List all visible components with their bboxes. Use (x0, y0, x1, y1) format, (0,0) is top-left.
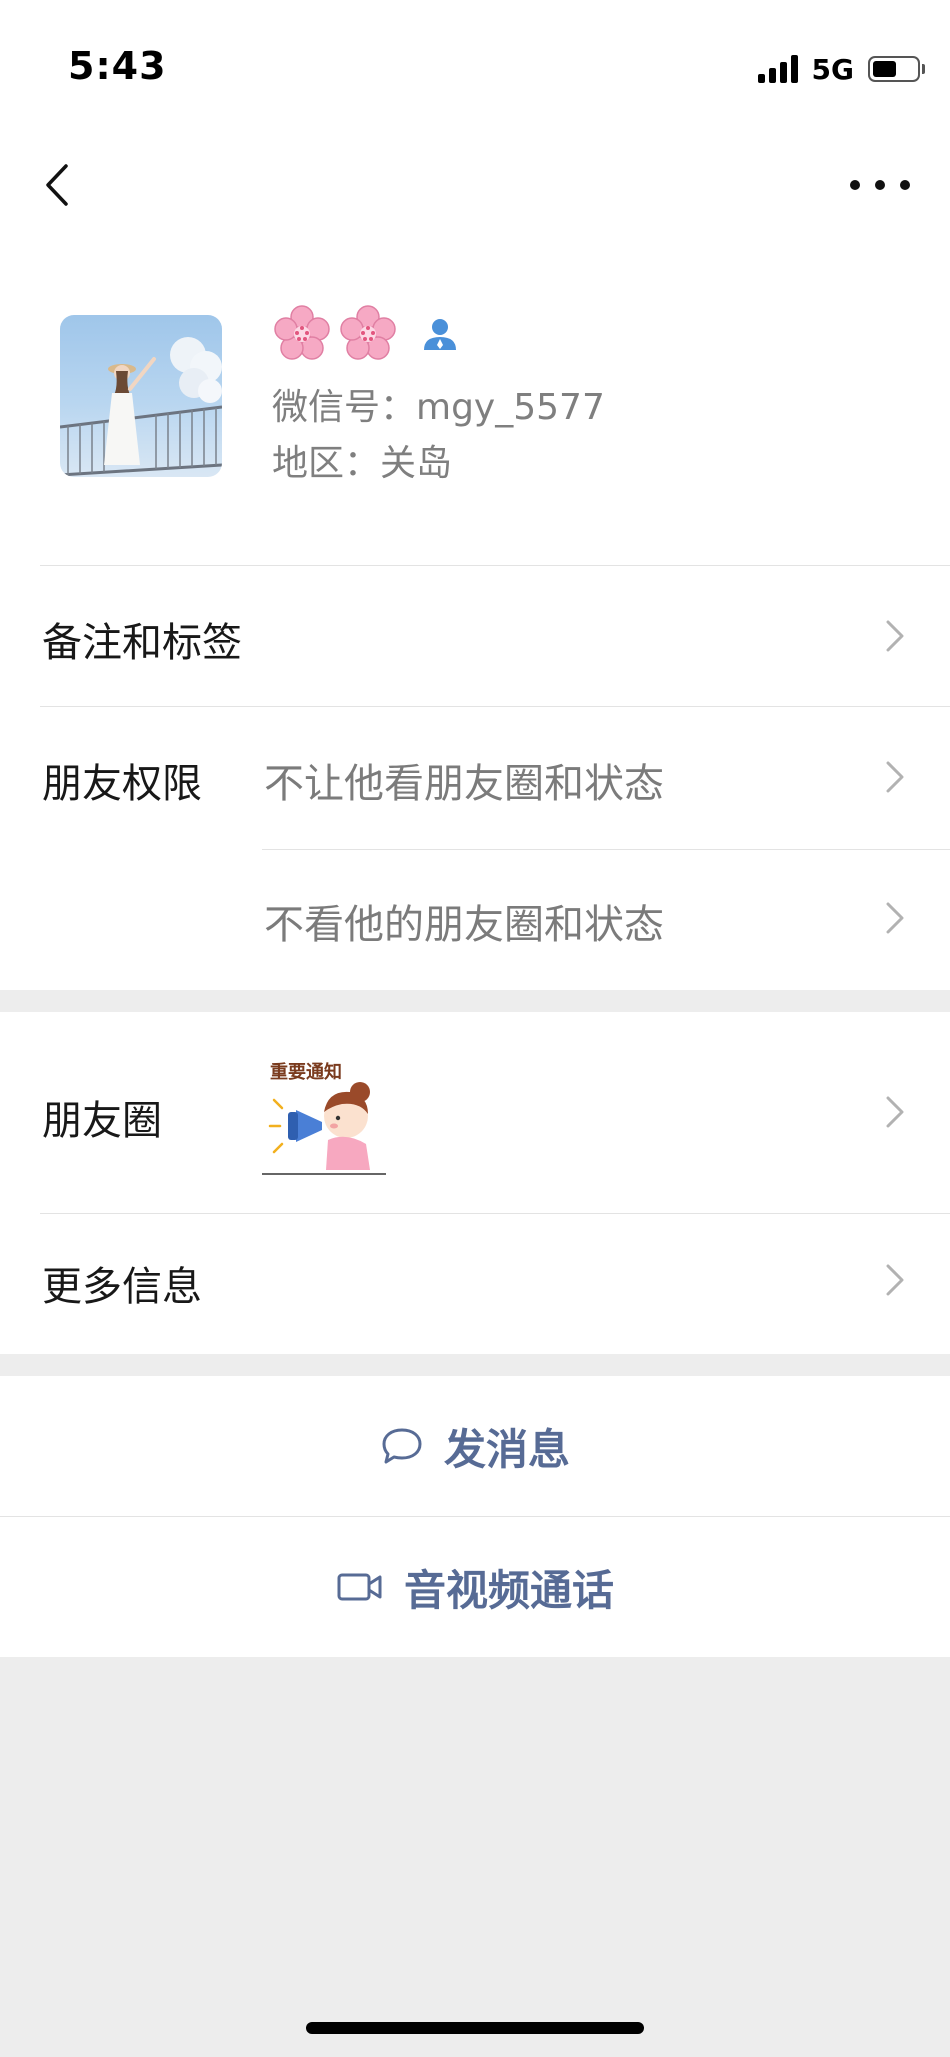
row-more-info[interactable]: 更多信息 (0, 1214, 950, 1354)
row-value: 不让他看朋友圈和状态 (264, 761, 664, 807)
moments-block: 朋友圈 重要通知 更多信息 (0, 1012, 950, 1354)
network-type: 5G (811, 52, 854, 86)
chevron-right-icon (886, 902, 904, 934)
row-remark-tags[interactable]: 备注和标签 (0, 566, 950, 706)
status-time: 5:43 (68, 44, 167, 88)
battery-icon (868, 56, 925, 82)
chevron-right-icon (886, 761, 904, 793)
chevron-right-icon (886, 1096, 904, 1128)
send-message-button[interactable]: 发消息 (0, 1376, 950, 1516)
moments-thumbnail[interactable]: 重要通知 (262, 1052, 386, 1176)
avatar[interactable] (60, 315, 222, 477)
row-label: 朋友权限 (42, 761, 202, 807)
video-call-label: 音视频通话 (403, 1565, 614, 1615)
cherry-blossom-icon (340, 305, 396, 360)
region: 地区：关岛 (272, 443, 453, 484)
contact-person-icon (424, 319, 456, 350)
video-camera-icon (337, 1573, 382, 1601)
row-moments[interactable]: 朋友圈 重要通知 (0, 1012, 950, 1212)
signal-icon (757, 55, 798, 83)
row-label: 更多信息 (42, 1264, 202, 1310)
nav-bar (0, 130, 950, 240)
status-indicators: 5G (757, 52, 925, 86)
wechat-id: 微信号：mgy_5577 (272, 387, 605, 428)
cherry-blossom-icon (274, 305, 330, 360)
chevron-right-icon (886, 1264, 904, 1296)
profile-header: 微信号：mgy_5577 地区：关岛 (0, 240, 950, 567)
display-name (272, 302, 460, 366)
chat-bubble-icon (382, 1428, 422, 1464)
row-value: 不看他的朋友圈和状态 (264, 902, 664, 948)
video-call-button[interactable]: 音视频通话 (0, 1517, 950, 1657)
row-label: 备注和标签 (42, 620, 242, 666)
send-message-label: 发消息 (443, 1424, 570, 1474)
back-icon[interactable] (40, 160, 80, 210)
row-hide-their-moments[interactable]: 不看他的朋友圈和状态 (0, 850, 950, 990)
battery-level (873, 61, 896, 77)
row-label: 朋友圈 (42, 1098, 162, 1144)
status-bar: 5:43 5G (0, 0, 950, 130)
chevron-right-icon (886, 620, 904, 652)
more-icon[interactable] (850, 170, 910, 200)
settings-block: 备注和标签 朋友权限 不让他看朋友圈和状态 不看他的朋友圈和状态 (0, 566, 950, 990)
home-indicator (306, 2022, 644, 2034)
thumb-caption: 重要通知 (270, 1061, 342, 1083)
row-hide-my-moments[interactable]: 朋友权限 不让他看朋友圈和状态 (0, 707, 950, 848)
